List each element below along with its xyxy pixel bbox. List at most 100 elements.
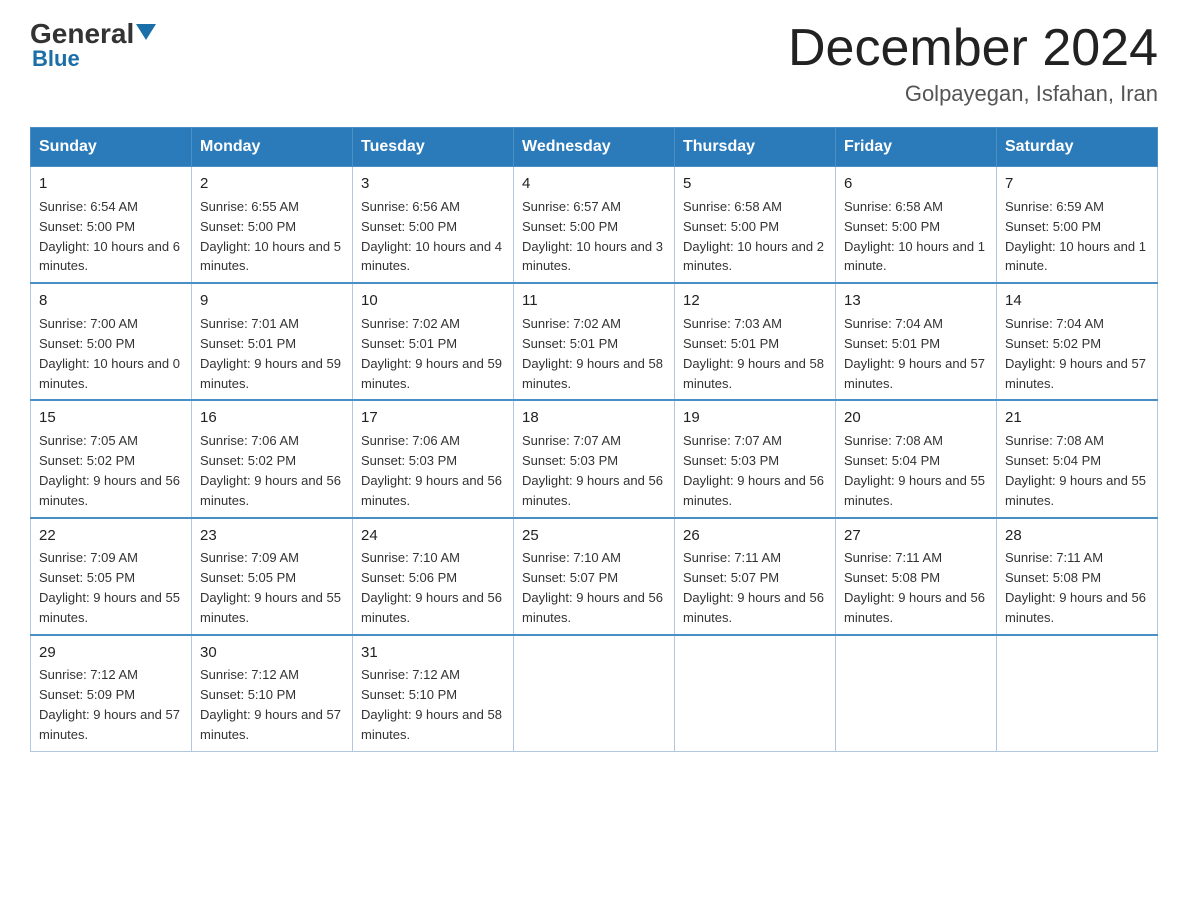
cell-content: Sunrise: 7:00 AMSunset: 5:00 PMDaylight:… xyxy=(39,316,180,391)
day-number: 17 xyxy=(361,407,505,429)
logo-triangle-icon xyxy=(136,24,156,40)
day-number: 9 xyxy=(200,290,344,312)
col-sunday: Sunday xyxy=(31,128,192,167)
table-row: 11 Sunrise: 7:02 AMSunset: 5:01 PMDaylig… xyxy=(514,283,675,400)
calendar-header-row: Sunday Monday Tuesday Wednesday Thursday… xyxy=(31,128,1158,167)
table-row: 10 Sunrise: 7:02 AMSunset: 5:01 PMDaylig… xyxy=(353,283,514,400)
month-title: December 2024 xyxy=(788,20,1158,77)
table-row: 21 Sunrise: 7:08 AMSunset: 5:04 PMDaylig… xyxy=(997,400,1158,517)
table-row: 28 Sunrise: 7:11 AMSunset: 5:08 PMDaylig… xyxy=(997,518,1158,635)
cell-content: Sunrise: 7:11 AMSunset: 5:07 PMDaylight:… xyxy=(683,550,824,625)
calendar-week-row: 8 Sunrise: 7:00 AMSunset: 5:00 PMDayligh… xyxy=(31,283,1158,400)
table-row: 5 Sunrise: 6:58 AMSunset: 5:00 PMDayligh… xyxy=(675,167,836,284)
table-row xyxy=(675,635,836,752)
location: Golpayegan, Isfahan, Iran xyxy=(788,81,1158,107)
cell-content: Sunrise: 7:06 AMSunset: 5:03 PMDaylight:… xyxy=(361,433,502,508)
cell-content: Sunrise: 6:59 AMSunset: 5:00 PMDaylight:… xyxy=(1005,199,1146,274)
day-number: 3 xyxy=(361,173,505,195)
table-row xyxy=(836,635,997,752)
cell-content: Sunrise: 7:11 AMSunset: 5:08 PMDaylight:… xyxy=(844,550,985,625)
table-row: 2 Sunrise: 6:55 AMSunset: 5:00 PMDayligh… xyxy=(192,167,353,284)
table-row: 24 Sunrise: 7:10 AMSunset: 5:06 PMDaylig… xyxy=(353,518,514,635)
calendar-week-row: 22 Sunrise: 7:09 AMSunset: 5:05 PMDaylig… xyxy=(31,518,1158,635)
cell-content: Sunrise: 7:12 AMSunset: 5:10 PMDaylight:… xyxy=(200,667,341,742)
cell-content: Sunrise: 7:11 AMSunset: 5:08 PMDaylight:… xyxy=(1005,550,1146,625)
calendar-week-row: 29 Sunrise: 7:12 AMSunset: 5:09 PMDaylig… xyxy=(31,635,1158,752)
day-number: 15 xyxy=(39,407,183,429)
cell-content: Sunrise: 6:58 AMSunset: 5:00 PMDaylight:… xyxy=(683,199,824,274)
cell-content: Sunrise: 7:07 AMSunset: 5:03 PMDaylight:… xyxy=(683,433,824,508)
day-number: 29 xyxy=(39,642,183,664)
cell-content: Sunrise: 7:08 AMSunset: 5:04 PMDaylight:… xyxy=(1005,433,1146,508)
day-number: 7 xyxy=(1005,173,1149,195)
day-number: 11 xyxy=(522,290,666,312)
cell-content: Sunrise: 6:56 AMSunset: 5:00 PMDaylight:… xyxy=(361,199,502,274)
cell-content: Sunrise: 6:55 AMSunset: 5:00 PMDaylight:… xyxy=(200,199,341,274)
cell-content: Sunrise: 6:58 AMSunset: 5:00 PMDaylight:… xyxy=(844,199,985,274)
cell-content: Sunrise: 7:10 AMSunset: 5:07 PMDaylight:… xyxy=(522,550,663,625)
day-number: 10 xyxy=(361,290,505,312)
table-row: 17 Sunrise: 7:06 AMSunset: 5:03 PMDaylig… xyxy=(353,400,514,517)
logo-blue: Blue xyxy=(32,46,80,72)
col-thursday: Thursday xyxy=(675,128,836,167)
table-row xyxy=(997,635,1158,752)
table-row: 27 Sunrise: 7:11 AMSunset: 5:08 PMDaylig… xyxy=(836,518,997,635)
col-saturday: Saturday xyxy=(997,128,1158,167)
table-row: 18 Sunrise: 7:07 AMSunset: 5:03 PMDaylig… xyxy=(514,400,675,517)
cell-content: Sunrise: 7:02 AMSunset: 5:01 PMDaylight:… xyxy=(361,316,502,391)
cell-content: Sunrise: 7:07 AMSunset: 5:03 PMDaylight:… xyxy=(522,433,663,508)
day-number: 4 xyxy=(522,173,666,195)
day-number: 25 xyxy=(522,525,666,547)
calendar-week-row: 15 Sunrise: 7:05 AMSunset: 5:02 PMDaylig… xyxy=(31,400,1158,517)
cell-content: Sunrise: 7:06 AMSunset: 5:02 PMDaylight:… xyxy=(200,433,341,508)
cell-content: Sunrise: 7:05 AMSunset: 5:02 PMDaylight:… xyxy=(39,433,180,508)
table-row: 20 Sunrise: 7:08 AMSunset: 5:04 PMDaylig… xyxy=(836,400,997,517)
table-row: 6 Sunrise: 6:58 AMSunset: 5:00 PMDayligh… xyxy=(836,167,997,284)
table-row: 9 Sunrise: 7:01 AMSunset: 5:01 PMDayligh… xyxy=(192,283,353,400)
calendar-table: Sunday Monday Tuesday Wednesday Thursday… xyxy=(30,127,1158,752)
day-number: 24 xyxy=(361,525,505,547)
cell-content: Sunrise: 7:12 AMSunset: 5:10 PMDaylight:… xyxy=(361,667,502,742)
logo-text: General xyxy=(30,20,156,48)
table-row: 16 Sunrise: 7:06 AMSunset: 5:02 PMDaylig… xyxy=(192,400,353,517)
day-number: 28 xyxy=(1005,525,1149,547)
cell-content: Sunrise: 7:09 AMSunset: 5:05 PMDaylight:… xyxy=(200,550,341,625)
calendar-week-row: 1 Sunrise: 6:54 AMSunset: 5:00 PMDayligh… xyxy=(31,167,1158,284)
cell-content: Sunrise: 7:04 AMSunset: 5:02 PMDaylight:… xyxy=(1005,316,1146,391)
cell-content: Sunrise: 7:03 AMSunset: 5:01 PMDaylight:… xyxy=(683,316,824,391)
table-row: 25 Sunrise: 7:10 AMSunset: 5:07 PMDaylig… xyxy=(514,518,675,635)
day-number: 18 xyxy=(522,407,666,429)
logo: General Blue xyxy=(30,20,156,72)
table-row: 26 Sunrise: 7:11 AMSunset: 5:07 PMDaylig… xyxy=(675,518,836,635)
day-number: 6 xyxy=(844,173,988,195)
day-number: 19 xyxy=(683,407,827,429)
day-number: 21 xyxy=(1005,407,1149,429)
cell-content: Sunrise: 6:54 AMSunset: 5:00 PMDaylight:… xyxy=(39,199,180,274)
day-number: 8 xyxy=(39,290,183,312)
day-number: 16 xyxy=(200,407,344,429)
day-number: 27 xyxy=(844,525,988,547)
table-row: 23 Sunrise: 7:09 AMSunset: 5:05 PMDaylig… xyxy=(192,518,353,635)
day-number: 14 xyxy=(1005,290,1149,312)
day-number: 31 xyxy=(361,642,505,664)
table-row: 22 Sunrise: 7:09 AMSunset: 5:05 PMDaylig… xyxy=(31,518,192,635)
cell-content: Sunrise: 7:02 AMSunset: 5:01 PMDaylight:… xyxy=(522,316,663,391)
table-row: 29 Sunrise: 7:12 AMSunset: 5:09 PMDaylig… xyxy=(31,635,192,752)
day-number: 26 xyxy=(683,525,827,547)
day-number: 30 xyxy=(200,642,344,664)
table-row: 14 Sunrise: 7:04 AMSunset: 5:02 PMDaylig… xyxy=(997,283,1158,400)
page-header: General Blue December 2024 Golpayegan, I… xyxy=(30,20,1158,107)
table-row: 4 Sunrise: 6:57 AMSunset: 5:00 PMDayligh… xyxy=(514,167,675,284)
col-wednesday: Wednesday xyxy=(514,128,675,167)
cell-content: Sunrise: 7:04 AMSunset: 5:01 PMDaylight:… xyxy=(844,316,985,391)
cell-content: Sunrise: 7:09 AMSunset: 5:05 PMDaylight:… xyxy=(39,550,180,625)
table-row: 19 Sunrise: 7:07 AMSunset: 5:03 PMDaylig… xyxy=(675,400,836,517)
cell-content: Sunrise: 6:57 AMSunset: 5:00 PMDaylight:… xyxy=(522,199,663,274)
table-row: 8 Sunrise: 7:00 AMSunset: 5:00 PMDayligh… xyxy=(31,283,192,400)
day-number: 12 xyxy=(683,290,827,312)
table-row: 30 Sunrise: 7:12 AMSunset: 5:10 PMDaylig… xyxy=(192,635,353,752)
table-row: 15 Sunrise: 7:05 AMSunset: 5:02 PMDaylig… xyxy=(31,400,192,517)
table-row: 3 Sunrise: 6:56 AMSunset: 5:00 PMDayligh… xyxy=(353,167,514,284)
cell-content: Sunrise: 7:08 AMSunset: 5:04 PMDaylight:… xyxy=(844,433,985,508)
cell-content: Sunrise: 7:10 AMSunset: 5:06 PMDaylight:… xyxy=(361,550,502,625)
